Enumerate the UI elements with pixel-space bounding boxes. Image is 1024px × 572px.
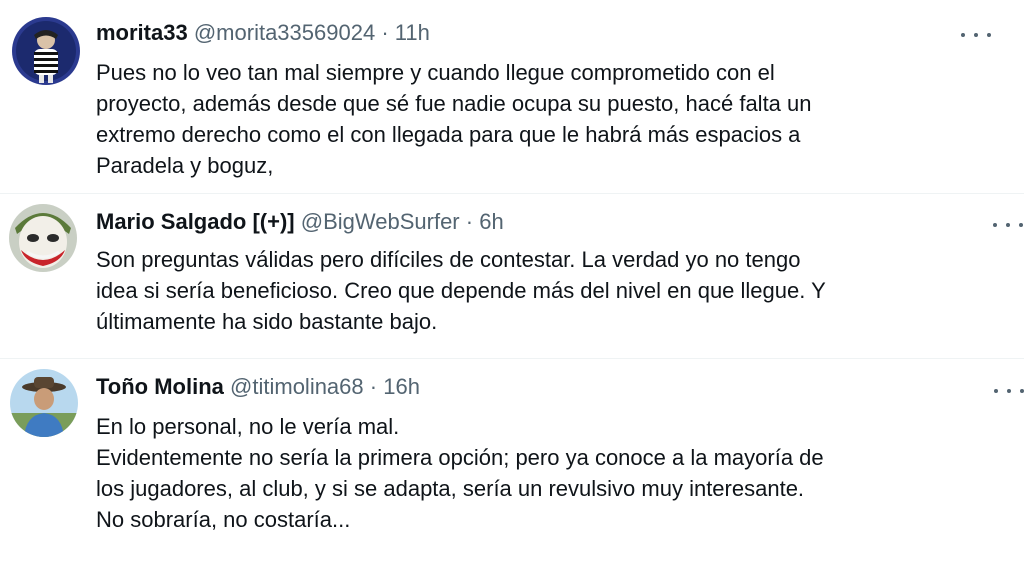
tweet-replies-feed: morita33 @morita33569024 · 11h Pues no l… xyxy=(0,0,1024,572)
tweet-card[interactable]: Toño Molina @titimolina68 · 16h En lo pe… xyxy=(0,358,1024,572)
user-handle[interactable]: @BigWebSurfer xyxy=(301,209,460,234)
dot xyxy=(993,223,997,227)
tweet-text-line: los jugadores, al club, y si se adapta, … xyxy=(96,476,805,501)
tweet-text: Son preguntas válidas pero difíciles de … xyxy=(96,244,1014,337)
tweet-text-line: En lo personal, no le vería mal. xyxy=(96,414,400,439)
tweet-card[interactable]: Mario Salgado [(+)] @BigWebSurfer · 6h S… xyxy=(0,193,1024,358)
timestamp[interactable]: 16h xyxy=(383,374,420,399)
tweet-text-line: últimamente ha sido bastante bajo. xyxy=(96,309,438,334)
more-horizontal-icon[interactable] xyxy=(961,25,991,45)
avatar-image xyxy=(12,17,80,85)
tweet-text-line: No sobraría, no costaría... xyxy=(96,507,351,532)
separator-dot: · xyxy=(465,209,474,234)
avatar-image xyxy=(10,369,78,437)
tweet-text-line: idea si sería beneficioso. Creo que depe… xyxy=(96,278,826,303)
tweet-header: Toño Molina @titimolina68 · 16h xyxy=(96,373,420,401)
avatar[interactable] xyxy=(12,17,80,85)
dot xyxy=(1020,389,1024,393)
tweet-text-line: proyecto, además desde que sé fue nadie … xyxy=(96,91,812,116)
dot xyxy=(961,33,965,37)
tweet-card[interactable]: morita33 @morita33569024 · 11h Pues no l… xyxy=(0,0,1024,193)
more-horizontal-icon[interactable] xyxy=(993,215,1023,235)
tweet-text: Pues no lo veo tan mal siempre y cuando … xyxy=(96,57,1014,181)
more-horizontal-icon[interactable] xyxy=(994,381,1024,401)
user-handle[interactable]: @titimolina68 xyxy=(230,374,364,399)
avatar-image xyxy=(9,204,77,272)
avatar[interactable] xyxy=(10,369,78,437)
tweet-text-line: Paradela y boguz, xyxy=(96,153,274,178)
separator-dot: · xyxy=(369,374,378,399)
timestamp[interactable]: 6h xyxy=(479,209,503,234)
dot xyxy=(987,33,991,37)
separator-dot: · xyxy=(381,20,389,45)
dot xyxy=(974,33,978,37)
display-name[interactable]: Mario Salgado [(+)] xyxy=(96,209,295,234)
dot xyxy=(1006,223,1010,227)
dot xyxy=(1019,223,1023,227)
tweet-text-line: extremo derecho como el con llegada para… xyxy=(96,122,801,147)
timestamp[interactable]: 11h xyxy=(395,20,430,45)
tweet-header: morita33 @morita33569024 · 11h xyxy=(96,19,430,47)
tweet-text-line: Evidentemente no sería la primera opción… xyxy=(96,445,824,470)
avatar[interactable] xyxy=(9,204,77,272)
tweet-text: En lo personal, no le vería mal. Evident… xyxy=(96,411,1014,535)
tweet-text-line: Pues no lo veo tan mal siempre y cuando … xyxy=(96,60,775,85)
dot xyxy=(994,389,998,393)
display-name[interactable]: Toño Molina xyxy=(96,374,224,399)
user-handle[interactable]: @morita33569024 xyxy=(194,20,375,45)
tweet-text-line: Son preguntas válidas pero difíciles de … xyxy=(96,247,801,272)
dot xyxy=(1007,389,1011,393)
tweet-header: Mario Salgado [(+)] @BigWebSurfer · 6h xyxy=(96,208,504,236)
display-name[interactable]: morita33 xyxy=(96,20,188,45)
